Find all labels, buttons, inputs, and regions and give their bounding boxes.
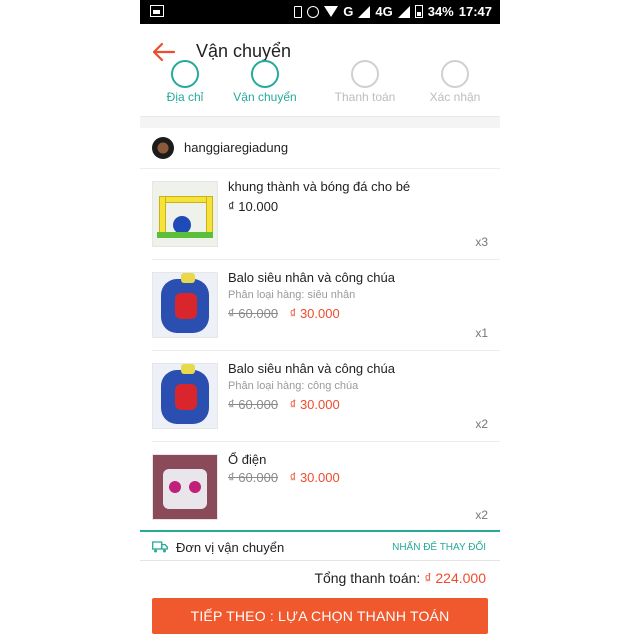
order-total: Tổng thanh toán: ₫ 224.000 [314,570,486,586]
item-old-price: ₫ 60.000 [228,397,279,412]
item-name: Balo siêu nhân và công chúa [228,270,395,285]
next-payment-button[interactable]: TIẾP THEO : LỰA CHỌN THANH TOÁN [152,598,488,634]
shipping-label: Đơn vị vận chuyển [176,540,285,555]
step-payment: Thanh toán [320,60,410,104]
item-price-row: ₫ 10.000 [228,199,278,214]
product-image-goal [152,181,218,247]
item-price-row: ₫ 60.000 ₫ 30.000 [228,470,340,485]
shop-avatar [152,137,174,159]
item-variant: Phân loại hàng: công chúa [228,380,359,392]
network-type: G [343,4,354,19]
battery-percent: 34% [427,4,454,19]
list-item[interactable]: Ổ điện ₫ 60.000 ₫ 30.000 x2 [152,442,500,532]
checkout-stepper: Địa chỉ Vận chuyển Thanh toán Xác nhận [140,60,500,117]
item-old-price: ₫ 60.000 [228,306,279,321]
status-bar: G 4G 34% 17:47 [140,0,500,24]
item-price-row: ₫ 60.000 ₫ 30.000 [228,397,340,412]
shop-name: hanggiaregiadung [184,140,289,155]
list-item[interactable]: khung thành và bóng đá cho bé ₫ 10.000 x… [152,169,500,260]
step-payment-icon [351,60,379,88]
item-price-row: ₫ 60.000 ₫ 30.000 [228,306,340,321]
item-qty: x2 [475,508,488,522]
step-shipping-icon [251,60,279,88]
step-confirm-icon [441,60,469,88]
step-label: Địa chỉ [166,90,204,104]
item-price: ₫ 30.000 [289,306,340,321]
wifi-icon [324,6,339,17]
step-label: Thanh toán [334,90,396,104]
item-price: ₫ 30.000 [289,470,340,485]
clock: 17:47 [458,4,492,19]
gallery-notification-icon [150,5,164,17]
step-address-icon [171,60,199,88]
product-image-backpack [152,363,218,429]
alarm-icon [307,5,320,18]
signal-icon [358,5,371,18]
item-old-price: ₫ 60.000 [228,470,279,485]
back-arrow-icon[interactable] [150,40,176,64]
item-qty: x2 [475,417,488,431]
order-items: khung thành và bóng đá cho bé ₫ 10.000 x… [140,169,500,532]
truck-icon [152,541,168,553]
total-value: ₫ 224.000 [424,570,486,586]
vibrate-icon [294,5,303,18]
step-confirm: Xác nhận [410,60,500,104]
item-name: Ổ điện [228,452,267,467]
step-address[interactable]: Địa chỉ [140,60,230,104]
checkout-footer: Tổng thanh toán: ₫ 224.000 TIẾP THEO : LỰ… [140,560,500,640]
battery-icon [414,5,423,18]
list-item[interactable]: Balo siêu nhân và công chúa Phân loại hà… [152,260,500,351]
product-image-backpack [152,272,218,338]
item-name: khung thành và bóng đá cho bé [228,179,411,194]
step-label: Vận chuyển [233,90,297,104]
signal-icon-2 [397,5,410,18]
product-image-power-strip [152,454,218,520]
list-item[interactable]: Balo siêu nhân và công chúa Phân loại hà… [152,351,500,442]
item-variant: Phân loại hàng: siêu nhân [228,289,356,301]
item-qty: x1 [475,326,488,340]
page-title: Vận chuyển [196,41,292,61]
item-price: ₫ 30.000 [289,397,340,412]
shop-header[interactable]: hanggiaregiadung [140,128,500,169]
network-type-4g: 4G [375,4,393,19]
step-shipping[interactable]: Vận chuyển [220,60,310,104]
item-qty: x3 [475,235,488,249]
item-name: Balo siêu nhân và công chúa [228,361,395,376]
shipping-method-row[interactable]: Đơn vị vận chuyển NHẤN ĐỂ THAY ĐỔI [140,530,500,562]
change-shipping-link[interactable]: NHẤN ĐỂ THAY ĐỔI [392,542,486,553]
status-icons: G 4G 34% 17:47 [294,4,492,19]
phone-screen: G 4G 34% 17:47 Vận chuyển Địa chỉ Vận ch… [140,0,500,640]
total-label: Tổng thanh toán: [314,570,421,586]
item-price: ₫ 10.000 [228,199,279,214]
step-label: Xác nhận [429,90,481,104]
